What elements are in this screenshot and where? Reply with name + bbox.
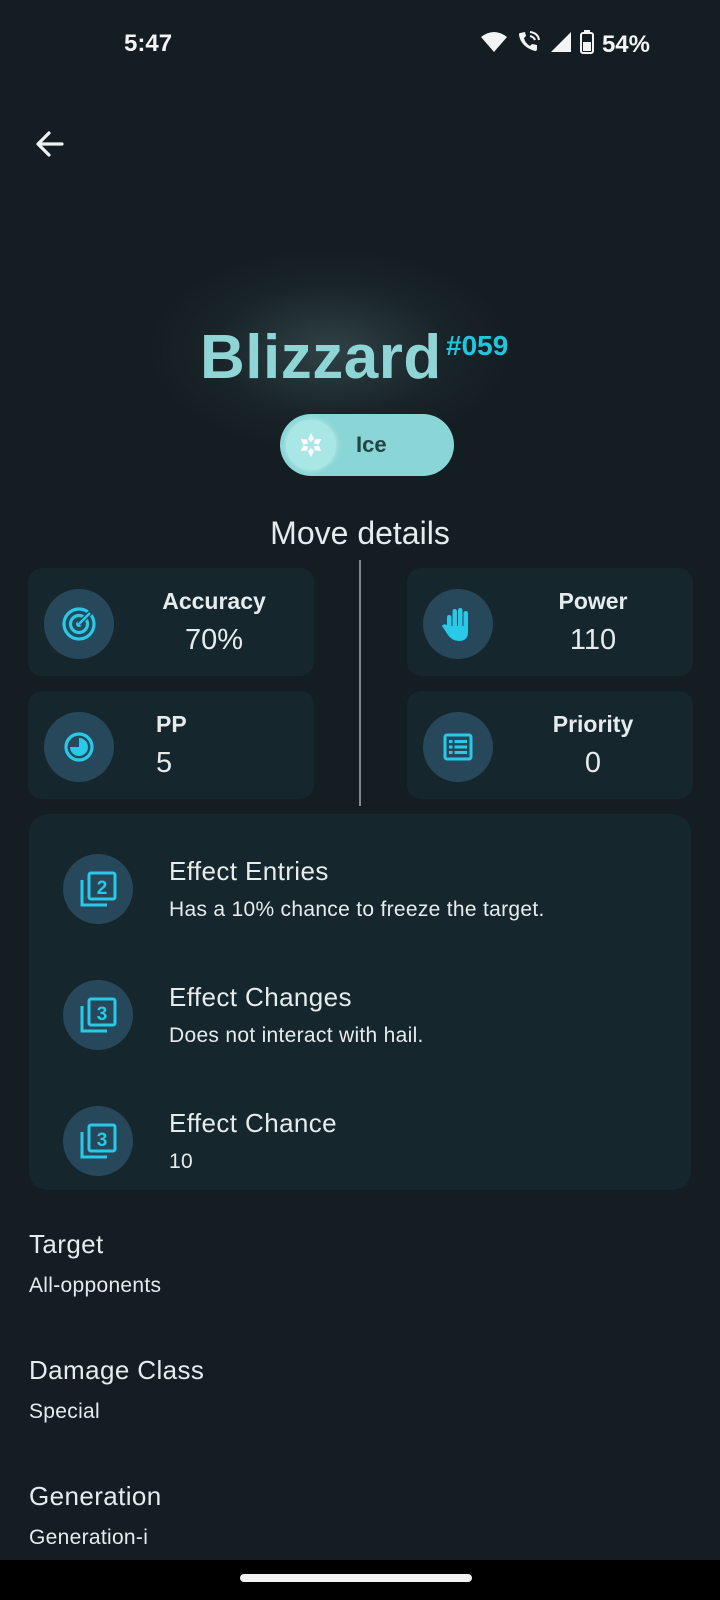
effect-chance-title: Effect Chance — [169, 1108, 338, 1138]
wifi-calling-icon — [516, 30, 542, 59]
target-section: Target All-opponents — [29, 1229, 161, 1298]
damage-class-section: Damage Class Special — [29, 1355, 204, 1424]
power-label: Power — [558, 588, 628, 614]
signal-icon — [550, 31, 572, 58]
generation-value: Generation-i — [29, 1526, 149, 1549]
list-icon — [423, 712, 493, 782]
accuracy-label: Accuracy — [162, 588, 266, 614]
move-title: Blizzard — [200, 323, 442, 392]
generation-section: Generation Generation-i — [29, 1481, 162, 1550]
generation-title: Generation — [29, 1481, 162, 1511]
type-label: Ice — [356, 432, 387, 457]
effect-changes-title: Effect Changes — [169, 982, 352, 1012]
filter-3-icon: 3 — [63, 980, 133, 1050]
back-button[interactable] — [26, 122, 74, 170]
effect-entries-text: Has a 10% chance to freeze the target. — [169, 898, 545, 921]
damage-class-value: Special — [29, 1400, 100, 1423]
section-title: Move details — [270, 515, 450, 551]
svg-text:3: 3 — [97, 1004, 108, 1025]
timelapse-icon — [44, 712, 114, 782]
accuracy-card: Accuracy 70% — [28, 568, 314, 676]
status-icons: 54% — [480, 30, 650, 59]
effect-changes-text: Does not interact with hail. — [169, 1024, 424, 1047]
priority-value: 0 — [584, 747, 602, 779]
power-card: Power 110 — [407, 568, 693, 676]
home-gesture-handle[interactable] — [240, 1574, 472, 1582]
filter-3-icon: 3 — [63, 1106, 133, 1176]
pp-value: 5 — [156, 747, 173, 779]
vertical-divider — [359, 560, 361, 806]
accuracy-value: 70% — [184, 624, 244, 656]
priority-card: Priority 0 — [407, 691, 693, 799]
snowflake-icon — [286, 420, 336, 470]
damage-class-title: Damage Class — [29, 1355, 205, 1385]
effect-entries-row: 2 Effect Entries Has a 10% chance to fre… — [29, 834, 691, 944]
pp-card: PP 5 — [28, 691, 314, 799]
svg-text:2: 2 — [97, 878, 108, 899]
navigation-bar — [0, 1560, 720, 1600]
effect-changes-row: 3 Effect Changes Does not interact with … — [29, 960, 691, 1070]
filter-2-icon: 2 — [63, 854, 133, 924]
svg-text:3: 3 — [97, 1130, 108, 1151]
battery-percent: 54% — [601, 30, 650, 58]
battery-icon — [579, 30, 594, 59]
arrow-back-icon — [34, 128, 66, 165]
effect-entries-title: Effect Entries — [169, 856, 329, 886]
target-title: Target — [29, 1229, 104, 1259]
effect-chance-row: 3 Effect Chance 10 — [29, 1086, 691, 1196]
priority-label: Priority — [552, 711, 634, 737]
pp-label: PP — [156, 711, 187, 737]
hand-icon — [423, 589, 493, 659]
effects-card: 2 Effect Entries Has a 10% chance to fre… — [29, 814, 691, 1190]
move-number: #059 — [446, 330, 509, 361]
target-icon — [44, 589, 114, 659]
status-time: 5:47 — [124, 30, 173, 57]
effect-chance-text: 10 — [169, 1150, 193, 1173]
target-value: All-opponents — [29, 1274, 162, 1297]
power-value: 110 — [569, 624, 617, 656]
wifi-icon — [480, 31, 508, 58]
type-chip[interactable]: Ice — [280, 414, 454, 476]
status-bar: 5:47 54% — [0, 0, 720, 90]
